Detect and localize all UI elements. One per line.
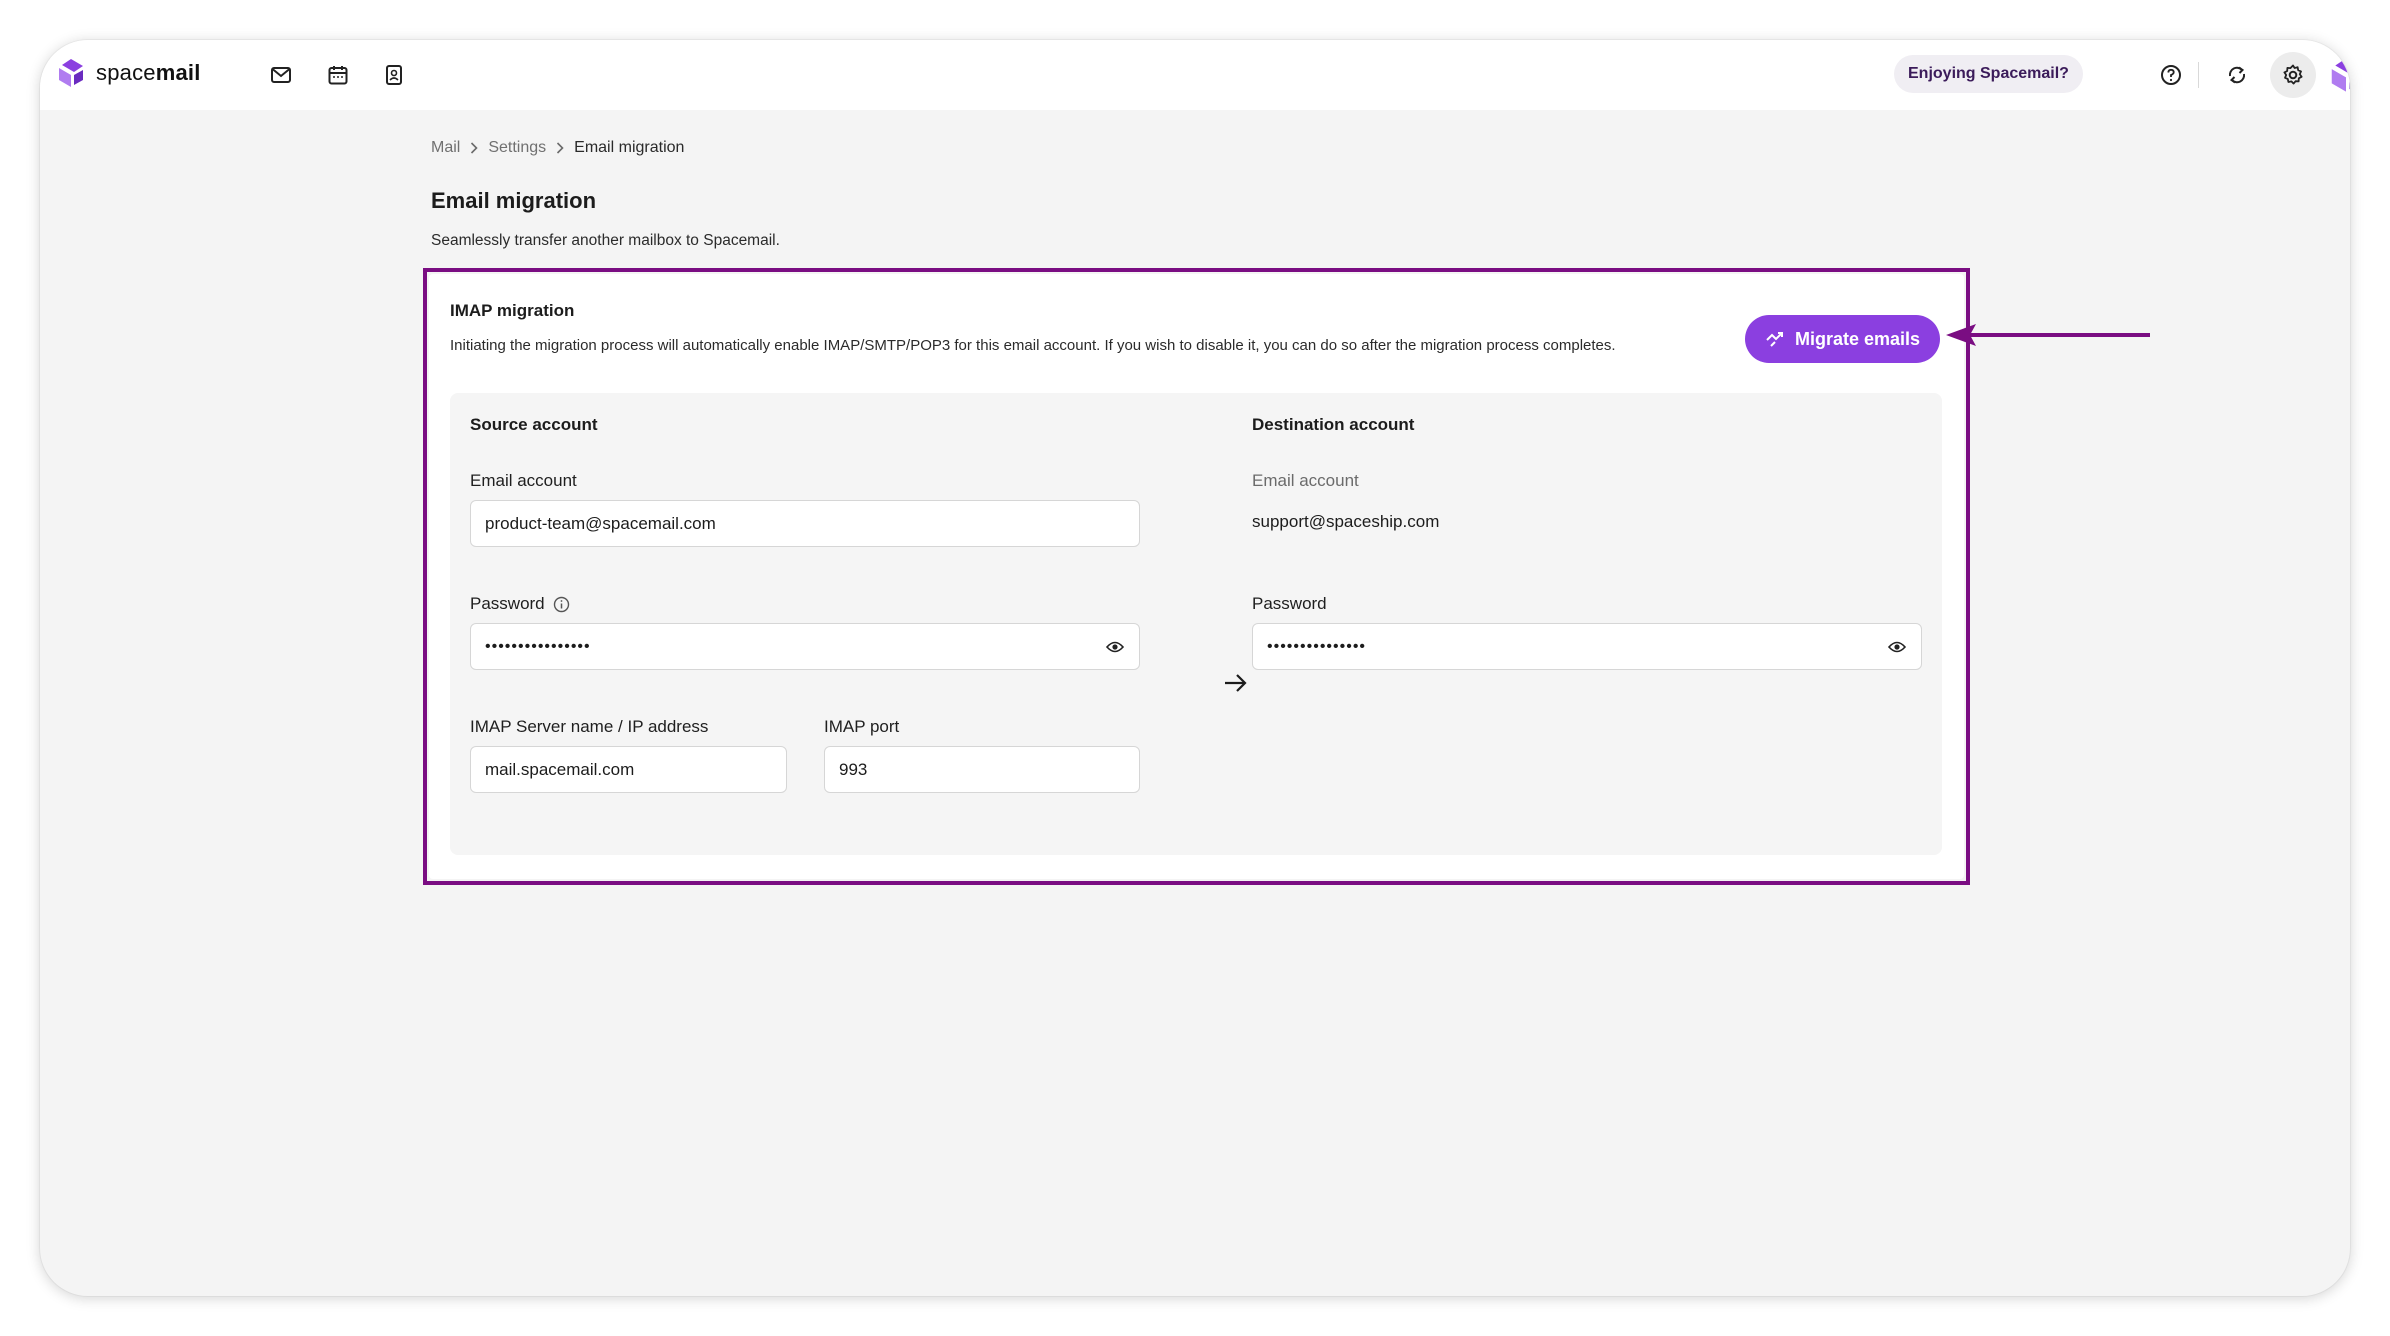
- help-icon[interactable]: [2153, 57, 2189, 93]
- calendar-icon[interactable]: [323, 60, 353, 90]
- imap-section-title: IMAP migration: [450, 301, 575, 320]
- imap-port-value: 993: [839, 759, 868, 779]
- imap-server-input[interactable]: mail.spacemail.com: [470, 746, 787, 793]
- imap-description: Initiating the migration process will au…: [450, 337, 1616, 354]
- breadcrumb: Mail Settings Email migration: [431, 139, 684, 157]
- sync-icon[interactable]: [2219, 57, 2255, 93]
- source-password-label: Password: [470, 594, 545, 613]
- imap-server-label: IMAP Server name / IP address: [470, 717, 709, 736]
- page-subtitle: Seamlessly transfer another mailbox to S…: [431, 232, 780, 249]
- destination-email-label: Email account: [1252, 471, 1359, 490]
- source-email-input[interactable]: product-team@spacemail.com: [470, 500, 1140, 547]
- annotation-arrow: [1946, 324, 2150, 346]
- eye-icon[interactable]: [1887, 638, 1907, 656]
- source-email-label: Email account: [470, 471, 577, 490]
- contacts-icon[interactable]: [379, 60, 409, 90]
- app-window: spacemail Enjoying Spacemail? Mail Setti…: [40, 40, 2350, 1296]
- chevron-right-icon: [471, 142, 478, 154]
- imap-port-label: IMAP port: [824, 717, 900, 736]
- destination-password-input[interactable]: •••••••••••••••: [1252, 623, 1922, 670]
- destination-account-title: Destination account: [1252, 415, 1415, 434]
- breadcrumb-settings[interactable]: Settings: [488, 139, 546, 157]
- breadcrumb-mail[interactable]: Mail: [431, 139, 460, 157]
- settings-icon[interactable]: [2270, 52, 2316, 98]
- spacemail-logo[interactable]: spacemail: [56, 57, 201, 89]
- feedback-pill[interactable]: Enjoying Spacemail?: [1894, 55, 2083, 93]
- migrate-emails-button[interactable]: Migrate emails: [1745, 315, 1940, 363]
- info-icon[interactable]: [553, 596, 570, 613]
- source-email-value: product-team@spacemail.com: [485, 513, 716, 533]
- migrate-emails-label: Migrate emails: [1794, 328, 1921, 349]
- destination-password-value: •••••••••••••••: [1267, 637, 1367, 655]
- source-account-title: Source account: [470, 415, 598, 434]
- brand-name: spacemail: [96, 60, 201, 85]
- spacemail-logo-icon: [59, 59, 83, 87]
- destination-password-label: Password: [1252, 594, 1327, 613]
- imap-server-value: mail.spacemail.com: [485, 759, 635, 779]
- destination-email-value: support@spaceship.com: [1252, 512, 1440, 531]
- source-password-label-row: Password: [470, 594, 570, 614]
- migrate-icon: [1766, 332, 1783, 347]
- source-password-input[interactable]: ••••••••••••••••: [470, 623, 1140, 670]
- top-bar: spacemail Enjoying Spacemail?: [40, 40, 2350, 110]
- source-password-value: ••••••••••••••••: [485, 637, 591, 655]
- mail-icon[interactable]: [266, 60, 296, 90]
- imap-port-input[interactable]: 993: [824, 746, 1140, 793]
- toolbar-divider: [2198, 62, 2199, 88]
- arrow-right-icon: [1225, 674, 1247, 692]
- user-avatar[interactable]: [2326, 55, 2350, 95]
- eye-icon[interactable]: [1105, 638, 1125, 656]
- chevron-right-icon: [557, 142, 564, 154]
- page-title: Email migration: [431, 188, 597, 213]
- breadcrumb-current: Email migration: [574, 139, 685, 156]
